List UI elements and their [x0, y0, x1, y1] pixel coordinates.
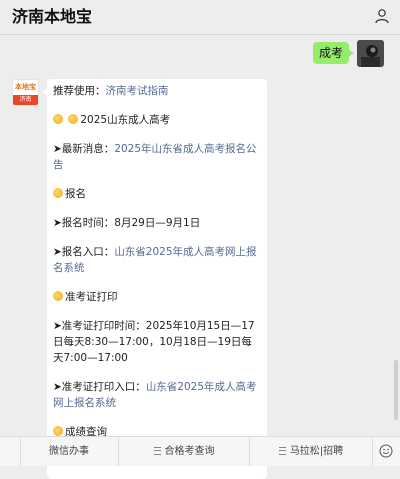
bendibao-avatar[interactable]: 本地宝 济南	[12, 79, 39, 106]
menu-tab-wechat-service[interactable]: 微信办事	[20, 437, 119, 466]
bottom-menu-bar: 微信办事 合格考查询 马拉松|招聘	[0, 436, 400, 466]
chat-title: 济南本地宝	[12, 7, 93, 26]
incoming-message-content: 推荐使用：济南考试指南 2025山东成人高考 ➤最新消息：2025年山东省成人高…	[53, 83, 261, 453]
signup-entry-label: ➤报名入口：	[53, 246, 115, 258]
avatar-logo-bottom: 济南	[13, 95, 38, 105]
menu-tab-label: 马拉松|招聘	[289, 446, 344, 457]
orange-dot-icon	[53, 426, 63, 436]
avatar-logo-top: 本地宝	[13, 80, 38, 95]
news-label: ➤最新消息：	[53, 143, 115, 155]
keyboard-toggle-icon[interactable]	[0, 437, 21, 466]
admit-entry-label: ➤准考证打印入口：	[53, 381, 146, 393]
my-avatar[interactable]	[357, 40, 384, 67]
outgoing-message-bubble[interactable]: 成考	[313, 42, 354, 64]
admit-card-heading: 准考证打印	[65, 291, 118, 303]
menu-tab-exam-query[interactable]: 合格考查询	[119, 437, 250, 466]
orange-dot-icon	[53, 188, 63, 198]
user-profile-icon[interactable]	[374, 8, 390, 24]
signup-heading: 报名	[65, 188, 86, 200]
signup-time: ➤报名时间：8月29日—9月1日	[53, 217, 201, 229]
exam-guide-link[interactable]: 济南考试指南	[106, 85, 169, 97]
top-bar: 济南本地宝	[0, 0, 400, 34]
menu-tab-marathon-jobs[interactable]: 马拉松|招聘	[250, 437, 373, 466]
admit-card-time: ➤准考证打印时间：2025年10月15日—17日每天8:30—17:00，10月…	[53, 320, 255, 364]
section-heading: 2025山东成人高考	[80, 114, 171, 126]
orange-dot-icon	[53, 291, 63, 301]
avatar-photo-icon	[357, 40, 384, 67]
recommend-label: 推荐使用：	[53, 85, 106, 97]
submenu-icon	[153, 447, 161, 455]
submenu-icon	[278, 447, 286, 455]
orange-dot-icon	[68, 114, 79, 124]
outgoing-message-text: 成考	[318, 46, 343, 60]
emoji-icon[interactable]	[379, 444, 393, 458]
header-divider	[0, 34, 400, 35]
menu-tab-label: 微信办事	[49, 446, 89, 457]
scrollbar[interactable]	[394, 360, 398, 420]
menu-tab-label: 合格考查询	[164, 446, 215, 457]
orange-dot-icon	[53, 114, 63, 124]
incoming-message-bubble: 推荐使用：济南考试指南 2025山东成人高考 ➤最新消息：2025年山东省成人高…	[42, 79, 267, 479]
